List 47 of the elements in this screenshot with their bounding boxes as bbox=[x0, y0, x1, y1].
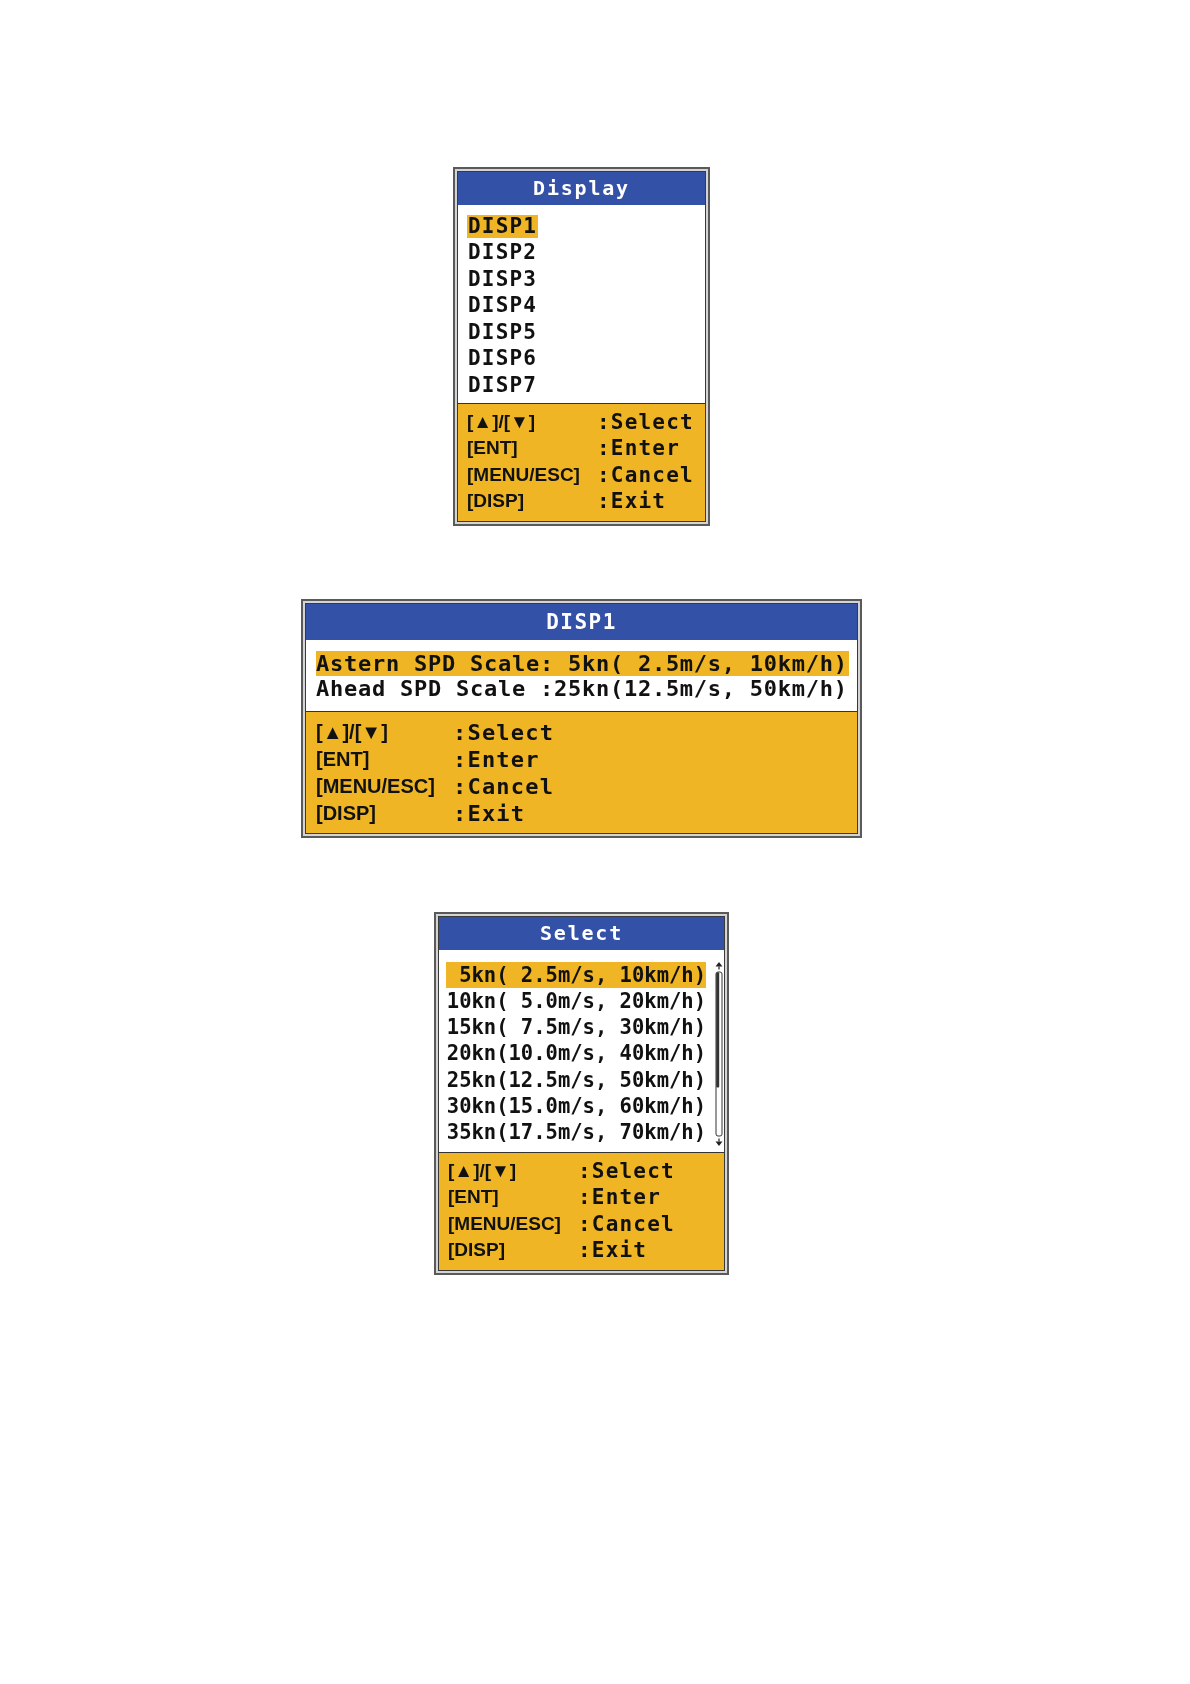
key-action: :Select bbox=[578, 1158, 675, 1183]
key-label: [DISP] bbox=[316, 801, 376, 825]
key-label: [MENU/ESC] bbox=[448, 1212, 561, 1235]
option-item[interactable]: 5kn( 2.5m/s, 10km/h) bbox=[446, 961, 706, 988]
key-action: :Cancel bbox=[578, 1211, 675, 1236]
key-label: [MENU/ESC] bbox=[316, 774, 435, 798]
key-action: :Exit bbox=[597, 489, 667, 514]
key-label: [ENT] bbox=[448, 1186, 499, 1209]
option-item[interactable]: 15kn( 7.5m/s, 30km/h) bbox=[446, 1014, 706, 1041]
menu-item[interactable]: DISP2 bbox=[467, 241, 539, 265]
key-action: :Exit bbox=[453, 800, 526, 826]
setting-item[interactable]: Ahead SPD Scale :25kn(12.5m/s, 50km/h) bbox=[316, 676, 849, 702]
key-action: :Cancel bbox=[597, 462, 694, 487]
menu-item[interactable]: DISP4 bbox=[467, 294, 539, 318]
key-label: [ENT] bbox=[316, 747, 370, 771]
key-action: :Exit bbox=[578, 1238, 648, 1263]
key-action: :Enter bbox=[578, 1185, 662, 1210]
option-item[interactable]: 10kn( 5.0m/s, 20km/h) bbox=[446, 987, 706, 1015]
key-label: [ENT] bbox=[467, 437, 518, 460]
scroll-up-icon[interactable] bbox=[715, 961, 723, 969]
key-action: :Cancel bbox=[453, 773, 555, 799]
title-bar: Select bbox=[439, 916, 724, 950]
menu-item[interactable]: DISP3 bbox=[467, 267, 539, 291]
scrollbar-track[interactable] bbox=[715, 971, 723, 1136]
key-action: :Enter bbox=[597, 436, 681, 461]
title-bar: DISP1 bbox=[306, 603, 857, 640]
setting-item[interactable]: Astern SPD Scale: 5kn( 2.5m/s, 10km/h) bbox=[316, 650, 849, 676]
option-item[interactable]: 25kn(12.5m/s, 50km/h) bbox=[446, 1066, 706, 1093]
key-label: [▲]/[▼] bbox=[467, 410, 536, 433]
key-label: [MENU/ESC] bbox=[467, 463, 580, 486]
key-label: [▲]/[▼] bbox=[448, 1159, 517, 1182]
key-label: [DISP] bbox=[448, 1239, 505, 1262]
option-item[interactable]: 35kn(17.5m/s, 70km/h) bbox=[446, 1119, 706, 1146]
option-item[interactable]: 20kn(10.0m/s, 40km/h) bbox=[446, 1040, 706, 1067]
menu-item[interactable]: DISP7 bbox=[467, 373, 539, 397]
scroll-down-icon[interactable] bbox=[715, 1138, 723, 1146]
key-label: [DISP] bbox=[467, 490, 524, 513]
title-bar: Display bbox=[458, 172, 705, 205]
menu-item[interactable]: DISP6 bbox=[467, 347, 539, 371]
key-label: [▲]/[▼] bbox=[316, 720, 388, 744]
key-action: :Enter bbox=[453, 746, 540, 772]
scrollbar-thumb[interactable] bbox=[716, 972, 720, 1087]
key-action: :Select bbox=[453, 719, 555, 745]
key-action: :Select bbox=[597, 409, 694, 434]
option-item[interactable]: 30kn(15.0m/s, 60km/h) bbox=[446, 1093, 706, 1120]
menu-item[interactable]: DISP5 bbox=[467, 320, 539, 344]
menu-item[interactable]: DISP1 bbox=[467, 214, 539, 238]
